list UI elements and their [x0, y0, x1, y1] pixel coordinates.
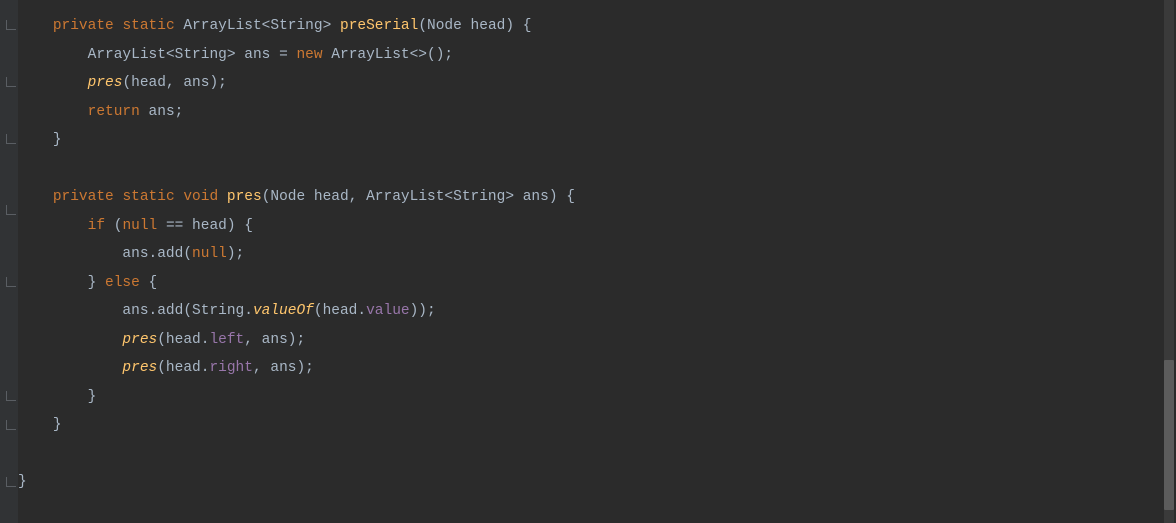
code-line: pres(head.left, ans);: [18, 332, 305, 348]
code-line: pres(head.right, ans);: [18, 360, 314, 376]
fold-marker[interactable]: [6, 477, 16, 487]
code-line: pres(head, ans);: [18, 75, 227, 91]
code-line: if (null == head) {: [18, 218, 253, 234]
code-line: } else {: [18, 275, 157, 291]
code-line: ans.add(null);: [18, 246, 244, 262]
fold-marker[interactable]: [6, 277, 16, 287]
fold-marker[interactable]: [6, 134, 16, 144]
fold-marker[interactable]: [6, 77, 16, 87]
code-line: }: [18, 389, 96, 405]
fold-marker[interactable]: [6, 420, 16, 430]
fold-marker[interactable]: [6, 20, 16, 30]
code-editor[interactable]: private static ArrayList<String> preSeri…: [18, 12, 575, 497]
code-line: }: [18, 132, 62, 148]
code-line: }: [18, 474, 27, 490]
code-line: ans.add(String.valueOf(head.value));: [18, 303, 436, 319]
code-line: ArrayList<String> ans = new ArrayList<>(…: [18, 47, 453, 63]
code-line: }: [18, 417, 62, 433]
gutter: [0, 0, 18, 523]
code-line: private static void pres(Node head, Arra…: [18, 189, 575, 205]
fold-marker[interactable]: [6, 205, 16, 215]
scroll-thumb[interactable]: [1164, 360, 1174, 510]
code-line: private static ArrayList<String> preSeri…: [18, 18, 531, 34]
code-line: return ans;: [18, 104, 183, 120]
fold-marker[interactable]: [6, 391, 16, 401]
